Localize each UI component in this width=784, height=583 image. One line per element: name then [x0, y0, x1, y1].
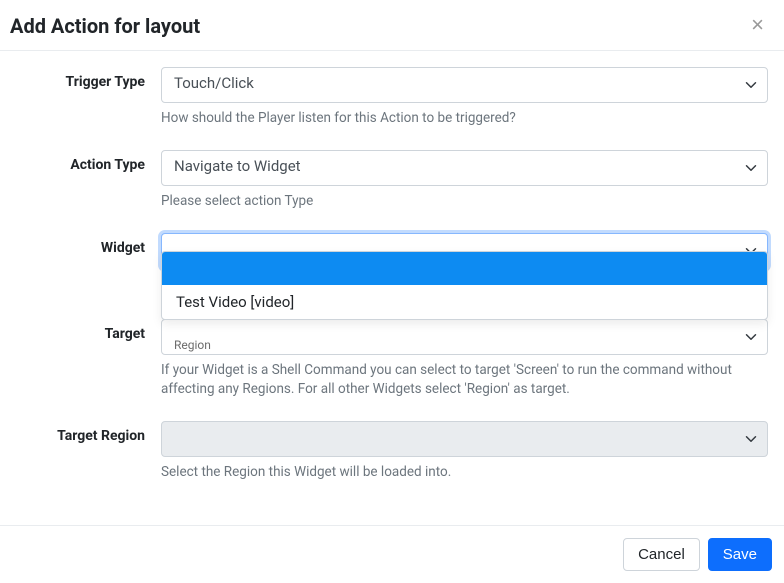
help-target: If your Widget is a Shell Command you ca…	[161, 361, 768, 399]
label-target-region: Target Region	[16, 421, 161, 482]
select-trigger-type-value: Touch/Click	[174, 74, 254, 92]
select-trigger-type[interactable]: Touch/Click	[161, 67, 768, 103]
label-widget: Widget	[16, 233, 161, 269]
help-action-type: Please select action Type	[161, 192, 768, 211]
add-action-modal: Add Action for layout × Trigger Type Tou…	[0, 0, 784, 583]
modal-body: Trigger Type Touch/Click How should the …	[0, 51, 784, 525]
label-trigger-type: Trigger Type	[16, 67, 161, 128]
row-target-region: Target Region Select the Region this Wid…	[16, 421, 768, 482]
select-target-region[interactable]	[161, 421, 768, 457]
label-action-type: Action Type	[16, 150, 161, 211]
close-button[interactable]: ×	[747, 14, 768, 36]
select-target-value: Region	[174, 338, 211, 352]
modal-footer: Cancel Save	[0, 525, 784, 583]
widget-dropdown: Test Video [video]	[161, 251, 768, 320]
cancel-button[interactable]: Cancel	[623, 538, 700, 571]
widget-option-empty[interactable]	[162, 252, 767, 285]
row-action-type: Action Type Navigate to Widget Please se…	[16, 150, 768, 211]
help-trigger-type: How should the Player listen for this Ac…	[161, 109, 768, 128]
help-target-region: Select the Region this Widget will be lo…	[161, 463, 768, 482]
close-icon: ×	[751, 12, 764, 37]
select-target[interactable]: Region	[161, 319, 768, 355]
save-button[interactable]: Save	[708, 538, 772, 571]
select-action-type-value: Navigate to Widget	[174, 157, 301, 175]
row-target: Target Region If your Widget is a Shell …	[16, 319, 768, 399]
modal-header: Add Action for layout ×	[0, 0, 784, 51]
modal-title: Add Action for layout	[10, 14, 200, 38]
select-action-type[interactable]: Navigate to Widget	[161, 150, 768, 186]
label-target: Target	[16, 319, 161, 399]
widget-option-test-video[interactable]: Test Video [video]	[162, 285, 767, 319]
row-trigger-type: Trigger Type Touch/Click How should the …	[16, 67, 768, 128]
